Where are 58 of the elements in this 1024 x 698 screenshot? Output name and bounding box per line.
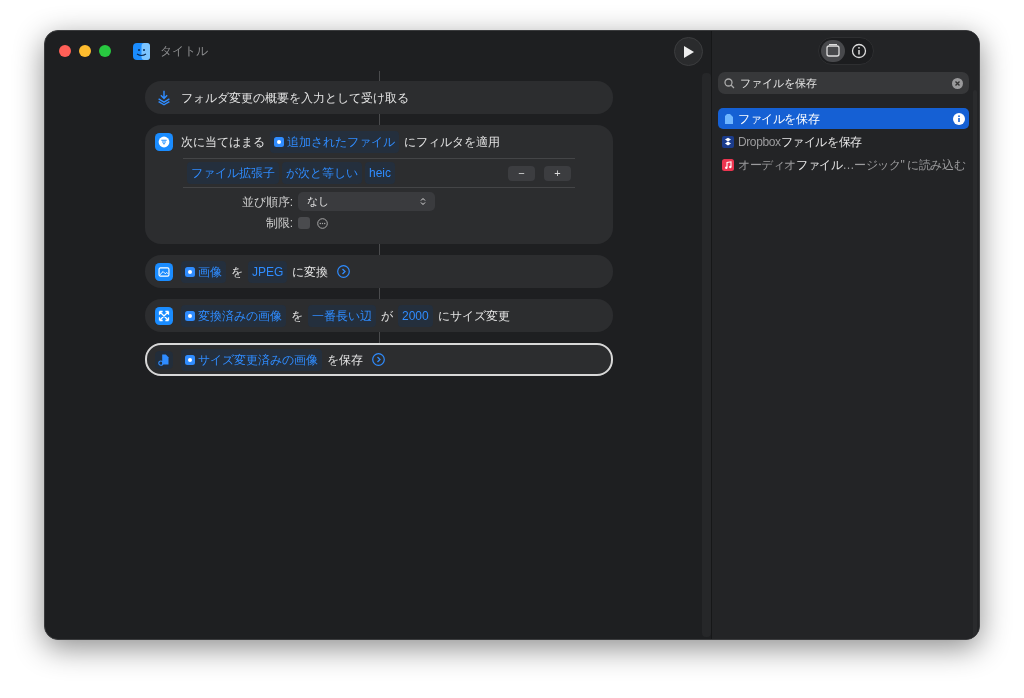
- action-text: を: [291, 307, 303, 325]
- document-icon: [722, 112, 734, 125]
- variable-token[interactable]: JPEG: [248, 260, 288, 283]
- action-text: にフィルタを適用: [404, 133, 500, 151]
- action-text: を: [231, 263, 243, 281]
- zoom-button[interactable]: [99, 45, 111, 57]
- action-card[interactable]: フォルダ変更の概要を入力として受け取る: [145, 81, 613, 114]
- document-icon: [155, 350, 173, 369]
- variable-token[interactable]: heic: [365, 162, 395, 184]
- image-icon: [155, 262, 173, 281]
- remove-button[interactable]: −: [508, 165, 535, 181]
- chevron-icon[interactable]: [337, 265, 351, 278]
- action-text: を保存: [327, 351, 363, 369]
- action-list-item[interactable]: ファイルを保存: [718, 108, 970, 129]
- info-icon: [849, 42, 868, 60]
- minimize-button[interactable]: [79, 45, 91, 57]
- variable-token[interactable]: 画像: [181, 260, 226, 283]
- sidebar-tab[interactable]: [820, 40, 845, 62]
- action-list-item[interactable]: オーディオファイル…ージック" に読み込む: [718, 154, 970, 175]
- variable-token[interactable]: 追加されたファイル: [270, 130, 399, 153]
- info-icon[interactable]: [953, 112, 966, 125]
- updown-icon: [420, 197, 426, 206]
- field-label: 並び順序:: [240, 193, 294, 211]
- close-button[interactable]: [59, 45, 71, 57]
- chevron-icon[interactable]: [372, 353, 385, 366]
- window-title: タイトル: [160, 43, 208, 60]
- action-text: 次に当てはまる: [181, 133, 265, 151]
- action-list-item[interactable]: Dropboxファイルを保存: [718, 131, 970, 152]
- field-label: 制限:: [264, 215, 294, 232]
- action-text: にサイズ変更: [437, 307, 510, 325]
- action-card[interactable]: 画像 を JPEG に変換: [145, 255, 613, 288]
- action-text: フォルダ変更の概要を入力として受け取る: [181, 89, 409, 107]
- variable-token[interactable]: サイズ変更済みの画像: [181, 348, 322, 371]
- add-button[interactable]: +: [544, 165, 571, 181]
- box-icon: [722, 135, 734, 148]
- variable-token[interactable]: 2000: [398, 304, 433, 327]
- sort-dropdown[interactable]: なし: [298, 192, 435, 211]
- play-icon: [683, 45, 694, 58]
- clear-icon[interactable]: [952, 77, 964, 89]
- variable-token[interactable]: 一番長い辺: [308, 304, 376, 327]
- variable-token[interactable]: が次と等しい: [282, 162, 362, 184]
- action-card[interactable]: 変換済みの画像 を 一番長い辺 が 2000 にサイズ変更: [145, 299, 613, 332]
- action-card[interactable]: サイズ変更済みの画像 を保存: [145, 343, 613, 376]
- download-icon: [155, 88, 173, 107]
- more-icon[interactable]: [317, 217, 328, 229]
- search-field[interactable]: ファイルを保存: [718, 72, 970, 94]
- search-icon: [724, 77, 735, 89]
- filter-icon: [155, 132, 173, 151]
- action-text: が: [381, 307, 393, 325]
- action-card[interactable]: 次に当てはまる 追加されたファイル にフィルタを適用 ファイル拡張子 が次と等しい heic − + 並び順序: なし 制限:: [145, 125, 613, 244]
- variable-token[interactable]: 変換済みの画像: [181, 304, 286, 327]
- action-text: に変換: [292, 263, 329, 281]
- run-button[interactable]: [674, 37, 703, 66]
- arrows-icon: [155, 306, 173, 325]
- checkbox[interactable]: [298, 217, 310, 229]
- window-icon: [823, 42, 842, 60]
- music-icon: [722, 158, 734, 171]
- variable-token[interactable]: ファイル拡張子: [187, 162, 279, 184]
